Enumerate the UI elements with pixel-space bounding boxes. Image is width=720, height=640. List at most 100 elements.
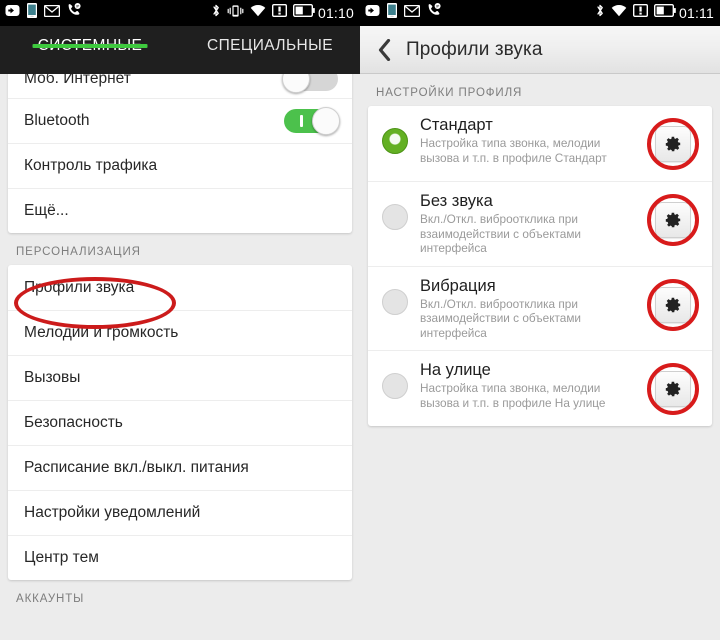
profile-settings-gear-wrapper xyxy=(646,278,700,332)
profile-description: Настройка типа звонка, мелодии вызова и … xyxy=(420,136,607,165)
section-header-accounts: АККАУНТЫ xyxy=(16,593,85,605)
profiles-scroll-area[interactable]: НАСТРОЙКИ ПРОФИЛЯ Стандарт Настройка тип… xyxy=(360,74,720,640)
mobile-internet-toggle[interactable] xyxy=(282,74,338,93)
missed-call-icon: IP xyxy=(67,3,81,23)
profiles-card: Стандарт Настройка типа звонка, мелодии … xyxy=(368,106,712,426)
battery-icon xyxy=(653,3,676,22)
status-bar-right-icons xyxy=(595,3,676,23)
list-item-mobile-internet[interactable]: Моб. Интернет xyxy=(8,74,352,98)
right-screen: IP 01:11 Профили звука НАСТРОЙКИ ПРОФИЛЯ xyxy=(360,0,720,640)
profile-settings-gear-wrapper xyxy=(646,117,700,171)
gear-icon xyxy=(665,381,681,397)
profile-text: На улице Настройка типа звонка, мелодии … xyxy=(408,360,646,410)
status-bar-clock: 01:11 xyxy=(679,5,714,21)
svg-text:IP: IP xyxy=(76,5,80,9)
list-item-ringtones-volume[interactable]: Мелодии и громкость xyxy=(8,310,352,355)
status-bar-right-icons xyxy=(211,3,315,23)
svg-text:IP: IP xyxy=(436,5,440,9)
gear-button-standard[interactable] xyxy=(655,126,691,162)
tab-special-label: СПЕЦИАЛЬНЫЕ xyxy=(207,37,333,54)
list-item-label: Bluetooth xyxy=(24,112,90,129)
left-screen: IP 01:10 СИСТЕМНЫЕ xyxy=(0,0,360,640)
profile-row-outdoor[interactable]: На улице Настройка типа звонка, мелодии … xyxy=(368,350,712,426)
toggle-on-mark xyxy=(300,115,303,127)
section-header-profile-settings: НАСТРОЙКИ ПРОФИЛЯ xyxy=(376,87,523,99)
list-item-label: Настройки уведомлений xyxy=(24,504,201,521)
tab-bar: СИСТЕМНЫЕ СПЕЦИАЛЬНЫЕ xyxy=(0,26,360,74)
list-item-label: Центр тем xyxy=(24,549,99,566)
status-bar-right: IP 01:11 xyxy=(360,0,720,26)
battery-icon xyxy=(292,3,315,22)
list-item-theme-center[interactable]: Центр тем xyxy=(8,535,352,580)
tab-system[interactable]: СИСТЕМНЫЕ xyxy=(0,26,180,55)
profile-text: Стандарт Настройка типа звонка, мелодии … xyxy=(408,115,646,165)
gear-icon xyxy=(665,297,681,312)
gear-icon xyxy=(665,212,681,228)
profile-row-vibration[interactable]: Вибрация Вкл./Откл. виброотклика при вза… xyxy=(368,265,712,351)
profile-settings-gear-wrapper xyxy=(646,362,700,416)
status-bar-left-icons: IP xyxy=(365,3,441,23)
list-item-label: Моб. Интернет xyxy=(24,74,131,87)
tab-active-indicator xyxy=(32,44,148,48)
list-item-bluetooth[interactable]: Bluetooth xyxy=(8,98,352,143)
profile-row-silent[interactable]: Без звука Вкл./Откл. виброотклика при вз… xyxy=(368,181,712,266)
mail-icon xyxy=(43,4,61,22)
back-icon[interactable] xyxy=(374,38,394,62)
sim-alert-icon xyxy=(632,3,649,22)
gear-button-outdoor[interactable] xyxy=(655,371,691,407)
list-item-sound-profiles[interactable]: Профили звука xyxy=(8,265,352,310)
profile-description: Вкл./Откл. виброотклика при взаимодейств… xyxy=(420,212,582,255)
list-item-label: Ещё... xyxy=(24,202,69,219)
section-header-personalization: ПЕРСОНАЛИЗАЦИЯ xyxy=(16,246,141,258)
bluetooth-toggle[interactable] xyxy=(284,107,340,135)
back-arrow-badge-icon xyxy=(5,4,20,22)
list-item-notification-settings[interactable]: Настройки уведомлений xyxy=(8,490,352,535)
profile-radio-outdoor[interactable] xyxy=(382,373,408,399)
list-item-label: Безопасность xyxy=(24,414,123,431)
mail-icon xyxy=(403,4,421,22)
missed-call-icon: IP xyxy=(427,3,441,23)
toggle-knob xyxy=(282,74,310,93)
phone-icon xyxy=(27,3,37,23)
sim-alert-icon xyxy=(271,3,287,22)
status-bar-left: IP 01:10 xyxy=(0,0,360,26)
wifi-icon xyxy=(611,4,627,22)
profile-title: На улице xyxy=(420,361,491,379)
profile-title: Стандарт xyxy=(420,116,493,134)
list-item-more[interactable]: Ещё... xyxy=(8,188,352,233)
profile-description: Вкл./Откл. виброотклика при взаимодейств… xyxy=(420,296,582,340)
wifi-icon xyxy=(250,4,266,22)
gear-button-silent[interactable] xyxy=(655,202,691,238)
profile-row-standard[interactable]: Стандарт Настройка типа звонка, мелодии … xyxy=(368,106,712,181)
list-item-label: Профили звука xyxy=(24,278,135,296)
page-title: Профили звука xyxy=(406,38,543,60)
action-bar: Профили звука xyxy=(360,26,720,74)
gear-button-vibration[interactable] xyxy=(655,286,691,323)
profile-title: Без звука xyxy=(420,192,493,210)
profile-radio-standard[interactable] xyxy=(382,128,408,154)
back-arrow-badge-icon xyxy=(365,4,380,22)
list-item-traffic-control[interactable]: Контроль трафика xyxy=(8,143,352,188)
list-item-label: Мелодии и громкость xyxy=(24,324,179,341)
tab-special[interactable]: СПЕЦИАЛЬНЫЕ xyxy=(180,26,360,55)
profile-radio-silent[interactable] xyxy=(382,204,408,230)
settings-card-connectivity: Моб. Интернет Bluetooth Контроль трафика… xyxy=(8,74,352,233)
profile-radio-vibration[interactable] xyxy=(382,288,408,315)
toggle-knob xyxy=(312,107,340,135)
settings-card-personalization: Профили звука Мелодии и громкость Вызовы… xyxy=(8,265,352,580)
list-item-security[interactable]: Безопасность xyxy=(8,400,352,445)
list-item-label: Контроль трафика xyxy=(24,157,158,174)
profile-text: Без звука Вкл./Откл. виброотклика при вз… xyxy=(408,191,646,256)
bluetooth-icon xyxy=(595,3,605,23)
phone-icon xyxy=(387,3,397,23)
status-bar-clock: 01:10 xyxy=(317,5,354,21)
profile-settings-gear-wrapper xyxy=(646,193,700,247)
settings-scroll-area[interactable]: Моб. Интернет Bluetooth Контроль трафика… xyxy=(0,74,360,640)
gear-icon xyxy=(665,136,681,152)
list-item-label: Расписание вкл./выкл. питания xyxy=(24,459,249,476)
list-item-calls[interactable]: Вызовы xyxy=(8,355,352,400)
bluetooth-icon xyxy=(211,3,221,23)
list-item-power-schedule[interactable]: Расписание вкл./выкл. питания xyxy=(8,445,352,490)
profile-description: Настройка типа звонка, мелодии вызова и … xyxy=(420,381,606,410)
profile-title: Вибрация xyxy=(420,276,496,295)
